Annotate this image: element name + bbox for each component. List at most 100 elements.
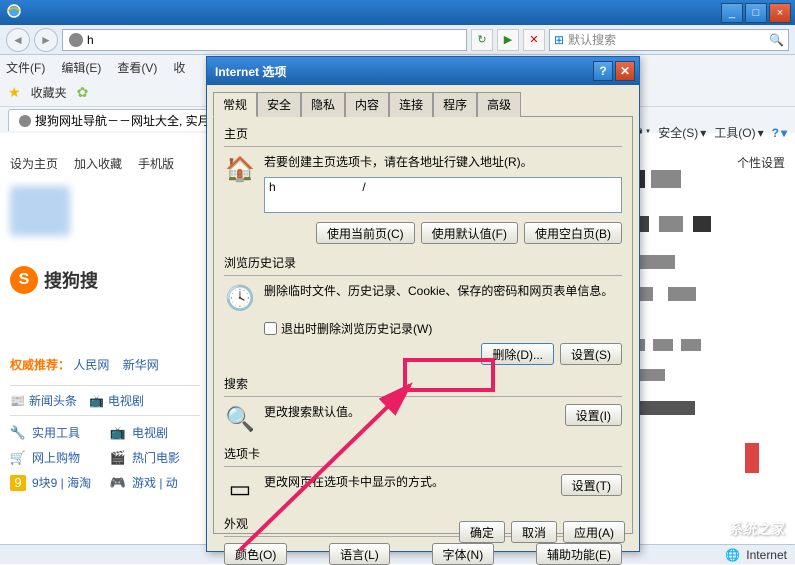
dialog-footer: 确定 取消 应用(A) xyxy=(459,521,625,543)
blurred-logo xyxy=(10,186,70,236)
homepage-group: 主页 🏠 若要创建主页选项卡，请在各地址行键入地址(R)。 使用当前页(C) 使… xyxy=(224,125,622,244)
nav-sethome[interactable]: 设为主页 xyxy=(10,155,58,172)
delete-on-exit-label: 退出时删除浏览历史记录(W) xyxy=(281,320,432,337)
tab-content[interactable]: 内容 xyxy=(345,92,389,117)
link-tvshow[interactable]: 📺电视剧 xyxy=(110,424,200,441)
watermark: 系统之家 xyxy=(703,518,785,540)
nine-icon: 9 xyxy=(10,475,26,491)
tvshow-icon: 📺 xyxy=(110,425,126,441)
cancel-button[interactable]: 取消 xyxy=(511,521,557,543)
forward-button[interactable]: ► xyxy=(34,28,58,52)
use-current-button[interactable]: 使用当前页(C) xyxy=(316,222,415,244)
movie-icon: 🎬 xyxy=(110,450,126,466)
use-blank-button[interactable]: 使用空白页(B) xyxy=(524,222,622,244)
help-menu[interactable]: ? ▾ xyxy=(772,126,787,140)
search-go-icon[interactable]: 🔍 xyxy=(769,33,784,47)
menu-file[interactable]: 文件(F) xyxy=(6,59,45,76)
dialog-help-button[interactable]: ? xyxy=(593,61,613,81)
tab-general[interactable]: 常规 xyxy=(213,92,257,117)
blur-block xyxy=(653,339,673,351)
safety-menu[interactable]: 安全(S) ▾ xyxy=(658,124,706,141)
maximize-button[interactable]: □ xyxy=(745,3,767,23)
tab-privacy[interactable]: 隐私 xyxy=(301,92,345,117)
close-button[interactable]: × xyxy=(769,3,791,23)
rec-link-1[interactable]: 人民网 xyxy=(73,358,109,372)
recommend-row: 权威推荐： 人民网 新华网 xyxy=(10,356,200,373)
menu-edit[interactable]: 编辑(E) xyxy=(61,59,101,76)
languages-button[interactable]: 语言(L) xyxy=(329,543,390,565)
address-bar: ◄ ► h ↻ ▶ ✕ ⊞ 默认搜索 🔍 xyxy=(0,25,795,55)
recommend-label: 权威推荐： xyxy=(10,358,70,372)
link-tools[interactable]: 🔧实用工具 xyxy=(10,424,100,441)
colors-button[interactable]: 颜色(O) xyxy=(224,543,287,565)
ok-button[interactable]: 确定 xyxy=(459,521,505,543)
cancel-button[interactable]: ✕ xyxy=(523,29,545,51)
tab-security[interactable]: 安全 xyxy=(257,92,301,117)
stop-button[interactable]: ▶ xyxy=(497,29,519,51)
nav-mobile[interactable]: 手机版 xyxy=(138,155,174,172)
tab-programs[interactable]: 程序 xyxy=(433,92,477,117)
menu-fav[interactable]: 收 xyxy=(173,59,185,76)
tabs-settings-button[interactable]: 设置(T) xyxy=(561,474,622,496)
dialog-tabs: 常规 安全 隐私 内容 连接 程序 高级 xyxy=(207,85,639,116)
history-group: 浏览历史记录 🕓 删除临时文件、历史记录、Cookie、保存的密码和网页表单信息… xyxy=(224,254,622,365)
category-bar: 📰新闻头条 📺电视剧 xyxy=(10,385,200,416)
left-column: S 搜狗搜 权威推荐： 人民网 新华网 📰新闻头条 📺电视剧 🔧实用工具 📺电视… xyxy=(0,176,210,501)
dialog-close-button[interactable]: ✕ xyxy=(615,61,635,81)
tab-connections[interactable]: 连接 xyxy=(389,92,433,117)
blur-block xyxy=(745,443,759,473)
delete-on-exit-checkbox[interactable] xyxy=(264,322,277,335)
tabs-title: 选项卡 xyxy=(224,445,622,462)
nav-addfav[interactable]: 加入收藏 xyxy=(74,155,122,172)
delete-history-button[interactable]: 删除(D)... xyxy=(481,343,554,365)
favorites-star-icon[interactable]: ★ xyxy=(8,84,21,101)
search-provider-icon: ⊞ xyxy=(554,33,564,47)
blur-block xyxy=(681,339,701,351)
history-settings-button[interactable]: 设置(S) xyxy=(560,343,622,365)
search-box[interactable]: ⊞ 默认搜索 🔍 xyxy=(549,29,789,51)
link-shop[interactable]: 🛒网上购物 xyxy=(10,449,100,466)
tab-advanced[interactable]: 高级 xyxy=(477,92,521,117)
tv-icon: 📺 xyxy=(89,394,104,408)
tab-favicon-icon xyxy=(19,115,31,127)
menu-view[interactable]: 查看(V) xyxy=(117,59,157,76)
link-grid: 🔧实用工具 📺电视剧 🛒网上购物 🎬热门电影 99块9 | 海淘 🎮游戏 | 动 xyxy=(10,424,200,491)
link-9yuan[interactable]: 99块9 | 海淘 xyxy=(10,474,100,491)
search-placeholder: 默认搜索 xyxy=(568,31,616,48)
accessibility-button[interactable]: 辅助功能(E) xyxy=(536,543,622,565)
fonts-button[interactable]: 字体(N) xyxy=(432,543,495,565)
minimize-button[interactable]: _ xyxy=(721,3,743,23)
back-button[interactable]: ◄ xyxy=(6,28,30,52)
rec-link-2[interactable]: 新华网 xyxy=(123,358,159,372)
blur-block xyxy=(693,216,711,232)
refresh-button[interactable]: ↻ xyxy=(471,29,493,51)
history-desc: 删除临时文件、历史记录、Cookie、保存的密码和网页表单信息。 xyxy=(264,282,622,300)
dialog-titlebar: Internet 选项 ? ✕ xyxy=(207,57,639,85)
homepage-url-input[interactable] xyxy=(264,177,622,213)
zone-icon: 🌐 xyxy=(725,548,740,562)
cat-tv[interactable]: 📺电视剧 xyxy=(89,392,144,409)
search-settings-button[interactable]: 设置(I) xyxy=(565,404,622,426)
tabs-icon: ▭ xyxy=(224,473,256,505)
apply-button[interactable]: 应用(A) xyxy=(563,521,625,543)
link-movie[interactable]: 🎬热门电影 xyxy=(110,449,200,466)
game-icon: 🎮 xyxy=(110,475,126,491)
history-title: 浏览历史记录 xyxy=(224,254,622,271)
link-game[interactable]: 🎮游戏 | 动 xyxy=(110,474,200,491)
site-favicon-icon xyxy=(69,33,83,47)
blur-block xyxy=(651,170,681,188)
search-title: 搜索 xyxy=(224,375,622,392)
address-input[interactable]: h xyxy=(62,29,467,51)
favorites-label[interactable]: 收藏夹 xyxy=(31,84,67,101)
ie-logo-icon xyxy=(6,3,22,22)
tools-menu[interactable]: 工具(O) ▾ xyxy=(714,124,763,141)
sogou-icon: S xyxy=(10,266,38,294)
sogou-logo[interactable]: S 搜狗搜 xyxy=(10,266,200,294)
add-favorite-icon[interactable]: ✿ xyxy=(77,84,89,101)
cat-news[interactable]: 📰新闻头条 xyxy=(10,392,77,409)
history-icon: 🕓 xyxy=(224,282,256,314)
search-icon: 🔍 xyxy=(224,403,256,435)
zone-text: Internet xyxy=(746,548,787,562)
use-default-button[interactable]: 使用默认值(F) xyxy=(421,222,518,244)
browser-tab[interactable]: 搜狗网址导航－－网址大全, 实月 xyxy=(8,109,221,131)
